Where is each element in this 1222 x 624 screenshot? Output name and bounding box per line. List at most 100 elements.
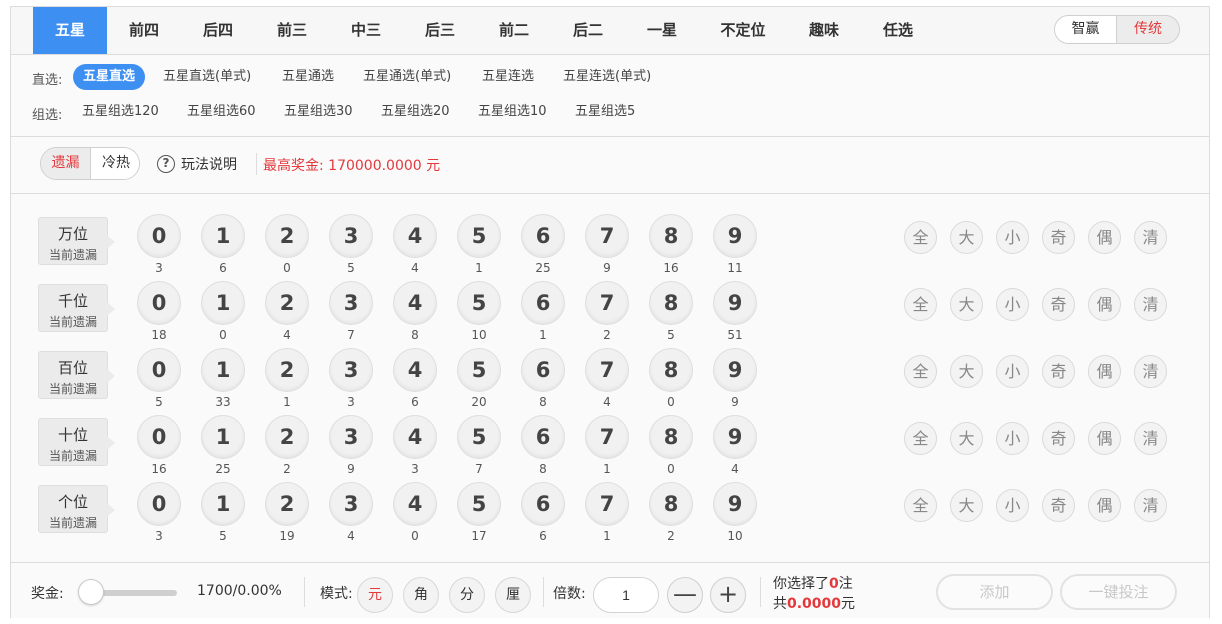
minus-button[interactable]: — [667, 577, 703, 613]
subtab-direct-3[interactable]: 五星通选(单式) [363, 64, 451, 90]
digit-ball-3[interactable]: 3 [329, 348, 373, 392]
digit-ball-3[interactable]: 3 [329, 482, 373, 526]
subtab-direct-5[interactable]: 五星连选(单式) [563, 64, 651, 90]
tab-qianer[interactable]: 前二 [477, 7, 551, 54]
digit-ball-2[interactable]: 2 [265, 214, 309, 258]
quick-select-even-button[interactable]: 偶 [1088, 422, 1121, 455]
subtab-group-5[interactable]: 五星组选5 [575, 99, 635, 125]
subtab-direct-4[interactable]: 五星连选 [482, 64, 534, 90]
digit-ball-8[interactable]: 8 [649, 482, 693, 526]
digit-ball-5[interactable]: 5 [457, 348, 501, 392]
digit-ball-1[interactable]: 1 [201, 415, 245, 459]
tab-wuxing[interactable]: 五星 [33, 7, 107, 54]
quick-select-small-button[interactable]: 小 [996, 422, 1029, 455]
mode-fen-button[interactable]: 分 [449, 577, 485, 613]
smart-mode-button[interactable]: 智赢 [1055, 16, 1117, 43]
digit-ball-4[interactable]: 4 [393, 348, 437, 392]
digit-ball-1[interactable]: 1 [201, 482, 245, 526]
digit-ball-4[interactable]: 4 [393, 482, 437, 526]
digit-ball-2[interactable]: 2 [265, 348, 309, 392]
classic-mode-button[interactable]: 传统 [1117, 16, 1179, 43]
one-click-bet-button[interactable]: 一键投注 [1060, 574, 1177, 610]
quick-select-odd-button[interactable]: 奇 [1042, 489, 1075, 522]
tab-renxuan[interactable]: 任选 [861, 7, 935, 54]
tab-budingwei[interactable]: 不定位 [699, 7, 787, 54]
quick-select-big-button[interactable]: 大 [950, 288, 983, 321]
subtab-direct-1[interactable]: 五星直选(单式) [163, 64, 251, 90]
quick-select-all-button[interactable]: 全 [904, 355, 937, 388]
quick-select-even-button[interactable]: 偶 [1088, 489, 1121, 522]
quick-select-all-button[interactable]: 全 [904, 489, 937, 522]
digit-ball-9[interactable]: 9 [713, 281, 757, 325]
digit-ball-5[interactable]: 5 [457, 281, 501, 325]
digit-ball-1[interactable]: 1 [201, 214, 245, 258]
quick-select-big-button[interactable]: 大 [950, 422, 983, 455]
digit-ball-4[interactable]: 4 [393, 415, 437, 459]
quick-select-all-button[interactable]: 全 [904, 288, 937, 321]
quick-select-odd-button[interactable]: 奇 [1042, 221, 1075, 254]
digit-ball-6[interactable]: 6 [521, 415, 565, 459]
quick-select-clear-button[interactable]: 清 [1134, 422, 1167, 455]
digit-ball-3[interactable]: 3 [329, 214, 373, 258]
tab-quwei[interactable]: 趣味 [787, 7, 861, 54]
omission-button[interactable]: 遗漏 [41, 148, 91, 179]
quick-select-big-button[interactable]: 大 [950, 221, 983, 254]
tab-qiansan[interactable]: 前三 [255, 7, 329, 54]
quick-select-clear-button[interactable]: 清 [1134, 489, 1167, 522]
subtab-group-2[interactable]: 五星组选30 [284, 99, 353, 125]
tab-houer[interactable]: 后二 [551, 7, 625, 54]
add-button[interactable]: 添加 [936, 574, 1053, 610]
quick-select-big-button[interactable]: 大 [950, 489, 983, 522]
quick-select-even-button[interactable]: 偶 [1088, 288, 1121, 321]
quick-select-small-button[interactable]: 小 [996, 355, 1029, 388]
subtab-group-0[interactable]: 五星组选120 [82, 99, 159, 125]
digit-ball-8[interactable]: 8 [649, 281, 693, 325]
tab-housan[interactable]: 后三 [403, 7, 477, 54]
digit-ball-0[interactable]: 0 [137, 281, 181, 325]
quick-select-all-button[interactable]: 全 [904, 422, 937, 455]
digit-ball-8[interactable]: 8 [649, 214, 693, 258]
digit-ball-4[interactable]: 4 [393, 281, 437, 325]
digit-ball-4[interactable]: 4 [393, 214, 437, 258]
digit-ball-1[interactable]: 1 [201, 281, 245, 325]
digit-ball-7[interactable]: 7 [585, 415, 629, 459]
digit-ball-6[interactable]: 6 [521, 281, 565, 325]
tab-yixing[interactable]: 一星 [625, 7, 699, 54]
digit-ball-9[interactable]: 9 [713, 415, 757, 459]
quick-select-odd-button[interactable]: 奇 [1042, 355, 1075, 388]
digit-ball-7[interactable]: 7 [585, 214, 629, 258]
digit-ball-5[interactable]: 5 [457, 415, 501, 459]
quick-select-big-button[interactable]: 大 [950, 355, 983, 388]
digit-ball-6[interactable]: 6 [521, 214, 565, 258]
quick-select-small-button[interactable]: 小 [996, 288, 1029, 321]
digit-ball-5[interactable]: 5 [457, 214, 501, 258]
digit-ball-0[interactable]: 0 [137, 415, 181, 459]
digit-ball-0[interactable]: 0 [137, 482, 181, 526]
digit-ball-8[interactable]: 8 [649, 348, 693, 392]
quick-select-even-button[interactable]: 偶 [1088, 221, 1121, 254]
digit-ball-9[interactable]: 9 [713, 482, 757, 526]
quick-select-clear-button[interactable]: 清 [1134, 221, 1167, 254]
quick-select-clear-button[interactable]: 清 [1134, 355, 1167, 388]
digit-ball-3[interactable]: 3 [329, 281, 373, 325]
subtab-group-3[interactable]: 五星组选20 [381, 99, 450, 125]
quick-select-small-button[interactable]: 小 [996, 489, 1029, 522]
mode-yuan-button[interactable]: 元 [357, 577, 393, 613]
quick-select-odd-button[interactable]: 奇 [1042, 422, 1075, 455]
digit-ball-6[interactable]: 6 [521, 482, 565, 526]
subtab-direct-0[interactable]: 五星直选 [73, 64, 146, 90]
quick-select-clear-button[interactable]: 清 [1134, 288, 1167, 321]
digit-ball-1[interactable]: 1 [201, 348, 245, 392]
tab-qiansi[interactable]: 前四 [107, 7, 181, 54]
help-link[interactable]: ? 玩法说明 [157, 154, 237, 174]
digit-ball-0[interactable]: 0 [137, 348, 181, 392]
tab-zhongsan[interactable]: 中三 [329, 7, 403, 54]
digit-ball-3[interactable]: 3 [329, 415, 373, 459]
subtab-direct-2[interactable]: 五星通选 [282, 64, 334, 90]
digit-ball-2[interactable]: 2 [265, 482, 309, 526]
multiple-input[interactable] [593, 577, 659, 613]
quick-select-even-button[interactable]: 偶 [1088, 355, 1121, 388]
plus-button[interactable]: + [710, 577, 746, 613]
digit-ball-7[interactable]: 7 [585, 482, 629, 526]
digit-ball-8[interactable]: 8 [649, 415, 693, 459]
